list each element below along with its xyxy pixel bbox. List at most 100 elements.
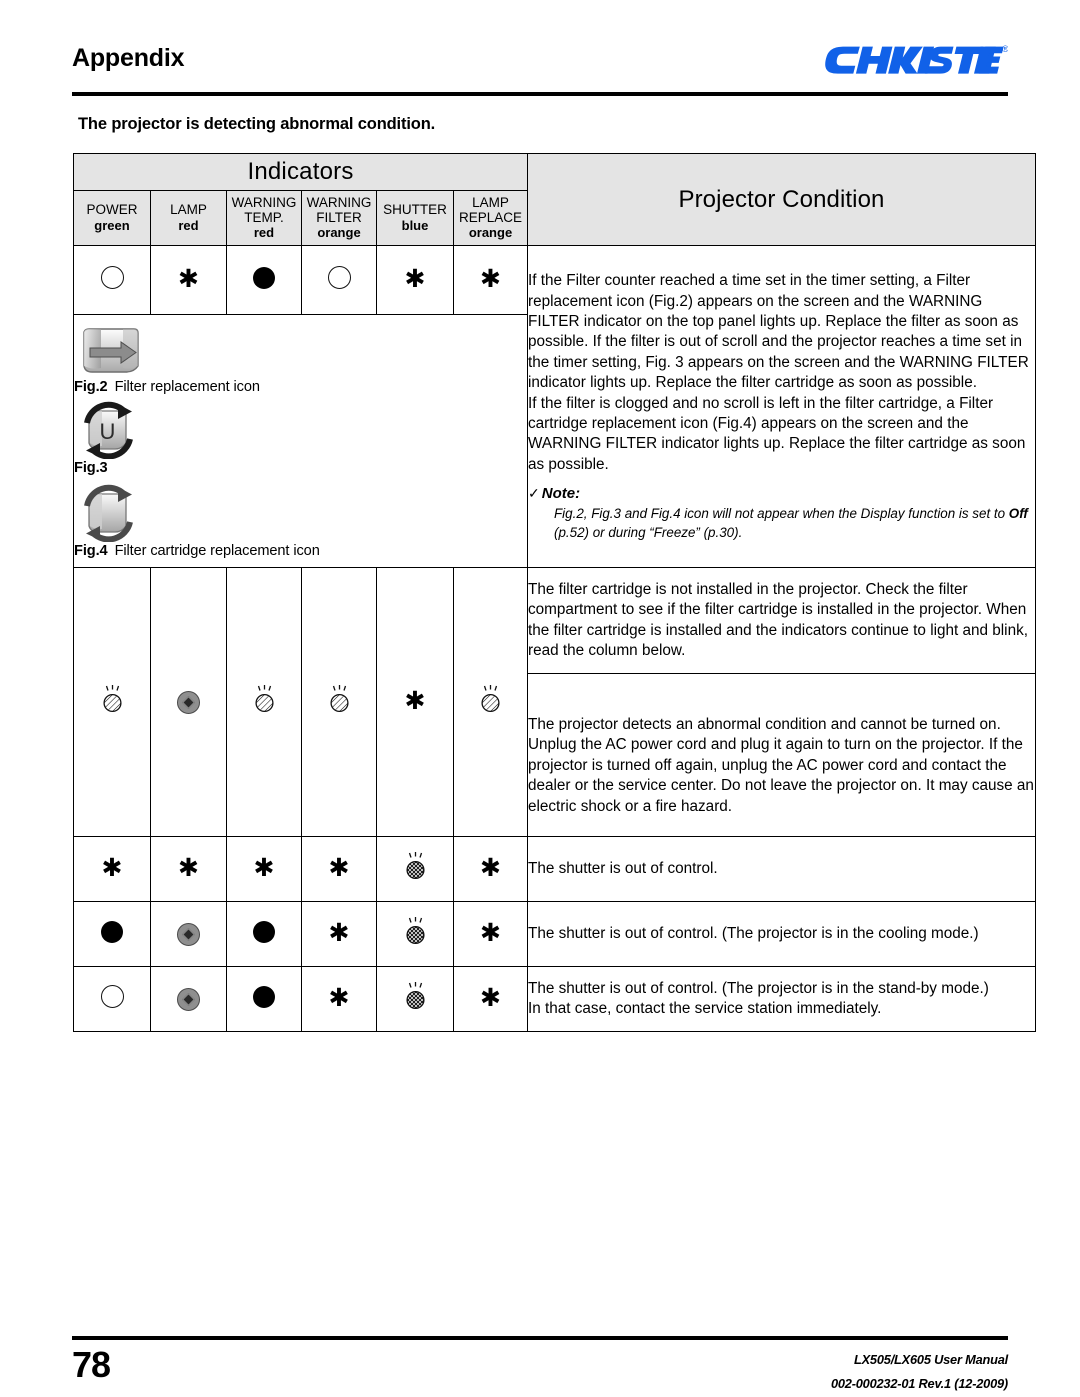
indicator-dim-icon — [177, 690, 200, 714]
condition-cell-shutter-2: The shutter is out of control. (The proj… — [527, 901, 1036, 967]
indicator-blink-dim-icon — [405, 916, 425, 944]
condition-paragraph: If the filter is clogged and no scroll i… — [528, 394, 1026, 473]
indicator-blink-icon — [329, 684, 349, 712]
column-color: red — [178, 217, 199, 233]
indicator-cell-warning-temp — [226, 966, 302, 1032]
indicator-dim-icon — [177, 922, 200, 946]
indicator-any-icon: ✱ — [328, 853, 350, 882]
indicator-any-icon: ✱ — [480, 264, 501, 293]
indicator-off-icon — [327, 266, 351, 289]
note-text-a: Fig.2, Fig.3 and Fig.4 icon will not app… — [554, 506, 1009, 522]
indicator-cell-lamp-replace: ✱ — [453, 245, 528, 315]
column-color: green — [94, 217, 130, 233]
figure-caption-text: Filter cartridge replacement icon — [114, 542, 320, 559]
column-name: LAMP REPLACE — [458, 195, 523, 225]
indicator-on-icon — [101, 920, 123, 943]
condition-paragraph: The filter cartridge is not installed in… — [528, 580, 1028, 659]
indicator-any-icon: ✱ — [404, 686, 426, 715]
table-row: ✱ ✱ The shutter is out of control. (The … — [73, 901, 1036, 967]
column-header-warning-filter: WARNING FILTER orange — [301, 190, 377, 246]
figure-block-fig4: Fig.4 Filter cartridge replacement icon — [74, 484, 527, 559]
indicator-cell-warning-temp — [226, 245, 302, 315]
document-page: Appendix ® The projector is detecting ab… — [0, 0, 1080, 1397]
indicator-cell-lamp: ✱ — [150, 245, 227, 315]
column-header-power: POWER green — [73, 190, 151, 246]
indicator-on-icon — [253, 985, 275, 1008]
note-text: Fig.2, Fig.3 and Fig.4 icon will not app… — [554, 505, 1035, 541]
condition-cell-abnormal: The projector detects an abnormal condit… — [527, 673, 1036, 837]
column-header-lamp-replace: LAMP REPLACE orange — [453, 190, 528, 246]
indicator-any-icon: ✱ — [253, 853, 275, 882]
manual-name: LX505/LX605 User Manual — [853, 1352, 1008, 1367]
condition-cell-shutter-3: The shutter is out of control. (The proj… — [527, 966, 1036, 1032]
indicator-cell-power — [73, 567, 151, 837]
table-row: ✱ ✱ The shutter is out of control. (The … — [73, 966, 1036, 1032]
figure-caption-fig3: Fig.3 — [74, 460, 527, 476]
page-header: Appendix ® — [72, 40, 1008, 98]
indicator-cell-shutter: ✱ — [376, 567, 454, 837]
indicator-off-icon — [100, 985, 124, 1008]
column-name: WARNING FILTER — [306, 195, 372, 225]
indicator-cell-lamp: ✱ — [150, 836, 227, 902]
filter-replacement-icon — [83, 327, 139, 373]
condition-cell-filter: If the Filter counter reached a time set… — [527, 245, 1036, 568]
section-subtitle: The projector is detecting abnormal cond… — [78, 115, 436, 133]
condition-cell-no-cartridge: The filter cartridge is not installed in… — [527, 567, 1036, 674]
figures-cell: Fig.2 Filter replacement icon U Fig.3 Fi… — [73, 314, 528, 568]
footer-meta: LX505/LX605 User Manual 002-000232-01 Re… — [831, 1348, 1008, 1397]
indicator-dim-icon — [177, 987, 200, 1011]
indicator-cell-lamp-replace: ✱ — [453, 901, 528, 967]
table-row: ✱ ✱ ✱ ✱ ✱ The shutter is out of control. — [73, 836, 1036, 902]
indicator-cell-warning-temp: ✱ — [226, 836, 302, 902]
figure-caption-text: Filter replacement icon — [114, 378, 260, 395]
check-icon: ✓ — [528, 485, 540, 502]
indicator-cell-warning-filter — [301, 567, 377, 837]
indicator-any-icon: ✱ — [480, 918, 501, 947]
indicator-cell-lamp — [150, 901, 227, 967]
column-name: WARNING TEMP. — [231, 195, 297, 225]
letter-u: U — [100, 419, 116, 444]
note-label: Note: — [541, 485, 581, 503]
column-name: POWER — [86, 202, 138, 218]
indicator-blink-icon — [254, 684, 274, 712]
logo-registered-mark: ® — [1002, 44, 1008, 54]
indicator-on-icon — [253, 920, 275, 943]
indicator-any-icon: ✱ — [480, 983, 501, 1012]
note-heading: ✓ Note: — [528, 484, 1035, 504]
condition-paragraph: The shutter is out of control. (The proj… — [528, 979, 989, 997]
column-color: blue — [401, 217, 429, 233]
condition-paragraph: In that case, contact the service statio… — [528, 1000, 882, 1017]
indicator-cell-warning-temp — [226, 901, 302, 967]
column-header-shutter: SHUTTER blue — [376, 190, 454, 246]
filter-cartridge-replacement-icon — [84, 484, 133, 542]
column-header-warning-temp: WARNING TEMP. red — [226, 190, 302, 246]
figure-caption-fig2: Fig.2 Filter replacement icon — [74, 379, 527, 395]
page-title: Appendix — [72, 44, 185, 72]
column-color: red — [253, 224, 275, 240]
footer-divider — [72, 1336, 1008, 1340]
indicator-cell-power: ✱ — [73, 836, 151, 902]
indicator-cell-shutter — [376, 901, 454, 967]
figure-caption-fig4: Fig.4 Filter cartridge replacement icon — [74, 543, 527, 559]
indicator-blink-icon — [481, 684, 500, 712]
indicator-cell-lamp-replace: ✱ — [453, 836, 528, 902]
indicator-cell-shutter: ✱ — [376, 245, 454, 315]
table-row: ✱ The filter cartridge is not installed … — [73, 567, 1036, 837]
column-color: orange — [468, 224, 513, 240]
indicator-blink-dim-icon — [405, 981, 425, 1009]
indicator-cell-warning-filter: ✱ — [301, 966, 377, 1032]
indicator-cell-warning-filter — [301, 245, 377, 315]
condition-paragraph: The projector detects an abnormal condit… — [528, 715, 1034, 815]
indicator-any-icon: ✱ — [328, 918, 350, 947]
document-number: 002-000232-01 Rev.1 (12-2009) — [830, 1376, 1008, 1392]
indicator-cell-shutter — [376, 836, 454, 902]
indicator-cell-warning-filter: ✱ — [301, 901, 377, 967]
figure-id: Fig.4 — [74, 542, 108, 559]
note-block: ✓ Note: Fig.2, Fig.3 and Fig.4 icon will … — [528, 484, 1035, 541]
indicator-blink-dim-icon — [405, 851, 425, 879]
table-header-band: Indicators Projector Condition — [73, 153, 1036, 246]
note-text-b: (p.52) or during “Freeze” (p.30). — [554, 524, 743, 540]
indicator-cell-shutter — [376, 966, 454, 1032]
header-divider — [72, 92, 1008, 96]
indicator-any-icon: ✱ — [178, 264, 199, 293]
